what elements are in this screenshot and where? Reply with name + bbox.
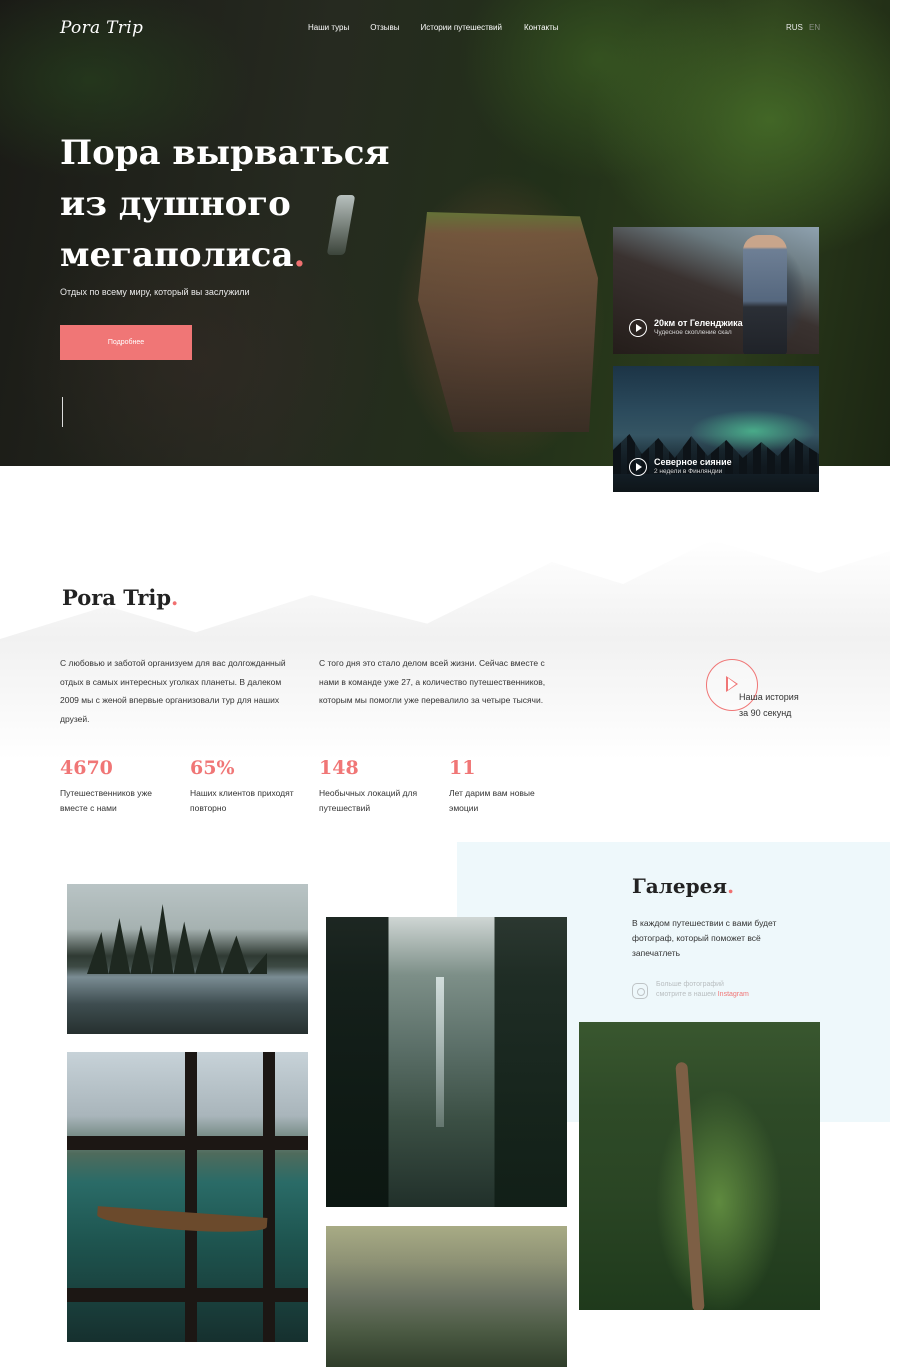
story-label-line1: Наша история [739, 692, 799, 702]
hero-title-dot: . [293, 235, 306, 275]
about-title-dot: . [171, 585, 179, 610]
instagram-icon[interactable] [632, 983, 648, 999]
card-photo-hiker [743, 235, 787, 354]
lang-en[interactable]: EN [809, 23, 820, 32]
card-description: 2 недели в Финляндии [654, 468, 723, 475]
nav-tours[interactable]: Наши туры [308, 23, 349, 32]
stat-locations: 148 Необычных локаций для путешествий [319, 757, 439, 815]
card-title: 20км от Геленджика [654, 318, 743, 328]
stat-label: Лет дарим вам новые эмоции [449, 788, 535, 813]
nav-stories[interactable]: Истории путешествий [421, 23, 502, 32]
logo[interactable]: Pora Trip [60, 18, 143, 38]
play-icon[interactable] [629, 319, 647, 337]
stat-number: 148 [319, 757, 359, 779]
nav-reviews[interactable]: Отзывы [370, 23, 399, 32]
instagram-note-line1: Больше фотографий [656, 981, 724, 988]
card-title: Северное сияние [654, 457, 732, 467]
stat-number: 65% [190, 757, 235, 779]
about-title-text: Pora Trip [62, 585, 172, 610]
hero-title-line3: мегаполиса [60, 235, 294, 275]
instagram-note: Больше фотографий смотрите в нашем Insta… [656, 980, 749, 1000]
gallery-title-text: Галерея [632, 874, 728, 898]
gallery-title: Галерея. [632, 874, 734, 898]
stat-label: Необычных локаций для путешествий [319, 788, 418, 813]
gallery-photo-window-boats[interactable] [67, 1052, 308, 1342]
hero-subtitle: Отдых по всему миру, который вы заслужил… [60, 287, 250, 297]
stat-number: 4670 [60, 757, 113, 779]
about-text-1: С любовью и заботой организуем для вас д… [60, 658, 286, 724]
stat-number: 11 [449, 757, 476, 779]
about-text-2: С того дня это стало делом всей жизни. С… [319, 658, 546, 705]
scroll-indicator[interactable] [62, 397, 63, 427]
instagram-note-line2: смотрите в нашем [656, 991, 716, 998]
tour-card-aurora[interactable]: Северное сияние 2 недели в Финляндии [613, 366, 819, 492]
about-title: Pora Trip. [62, 585, 178, 610]
story-label-line2: за 90 секунд [739, 708, 792, 718]
play-icon[interactable] [629, 458, 647, 476]
story-label[interactable]: Наша история за 90 секунд [739, 689, 829, 721]
tour-card-gelendzhik[interactable]: 20км от Геленджика Чудесное скопление ск… [613, 227, 819, 354]
more-button[interactable]: Подробнее [60, 325, 192, 360]
gallery-description: В каждом путешествии с вами будет фотогр… [632, 918, 777, 958]
main-nav: Наши туры Отзывы Истории путешествий Кон… [308, 23, 559, 32]
hero-title-line1: Пора вырваться [60, 133, 390, 173]
stat-years: 11 Лет дарим вам новые эмоции [449, 757, 569, 815]
hero-title-line2: из душного [60, 184, 291, 224]
stat-travelers: 4670 Путешественников уже вместе с нами [60, 757, 180, 815]
nav-contacts[interactable]: Контакты [524, 23, 559, 32]
stat-returning: 65% Наших клиентов приходят повторно [190, 757, 310, 815]
play-icon [726, 676, 738, 692]
gallery-photo-waterfall-forest[interactable] [326, 917, 567, 1207]
gallery-photo-valley[interactable] [326, 1226, 567, 1367]
card-description: Чудесное скопление скал [654, 329, 732, 336]
gallery-photo-mountain-trail[interactable] [579, 1022, 820, 1310]
hero-title: Пора вырваться из душного мегаполиса. [60, 128, 400, 281]
stat-label: Наших клиентов приходят повторно [190, 788, 294, 813]
gallery-title-dot: . [727, 874, 735, 898]
lang-rus[interactable]: RUS [786, 23, 803, 32]
gallery-photo-lake[interactable] [67, 884, 308, 1034]
hero-cliff [418, 212, 598, 432]
stat-label: Путешественников уже вместе с нами [60, 788, 153, 813]
instagram-link[interactable]: Instagram [718, 991, 749, 998]
